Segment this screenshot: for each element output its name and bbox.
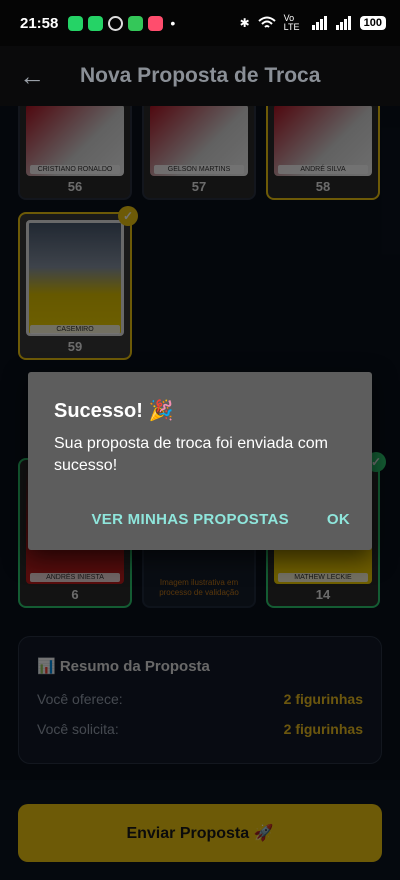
sticker-card[interactable]: ANDRÉ SILVA 58 xyxy=(266,106,380,200)
summary-request-label: Você solicita: xyxy=(37,721,119,737)
sticker-number: 56 xyxy=(67,179,83,194)
wifi-icon xyxy=(257,16,276,28)
summary-request-row: Você solicita: 2 figurinhas xyxy=(37,721,363,737)
sticker-image xyxy=(26,220,124,336)
proposal-summary: 📊 Resumo da Proposta Você oferece: 2 fig… xyxy=(18,636,382,764)
sticker-number: 14 xyxy=(315,587,331,602)
sticker-name: CASEMIRO xyxy=(30,325,120,334)
more-notifications-dot: • xyxy=(170,15,176,31)
sticker-name: GELSON MARTINS xyxy=(154,165,244,174)
sticker-number: 6 xyxy=(71,587,79,602)
summary-title: 📊 Resumo da Proposta xyxy=(37,658,210,675)
calendar-icon xyxy=(148,15,164,31)
signal-icon xyxy=(311,16,327,30)
app-bar: ← Nova Proposta de Troca xyxy=(0,46,400,106)
back-button[interactable]: ← xyxy=(0,46,64,106)
dialog-message: Sua proposta de troca foi enviada com su… xyxy=(54,435,328,474)
sticker-name: ANDRÉS INIESTA xyxy=(30,573,120,582)
sticker-card-selected[interactable]: CASEMIRO 59 xyxy=(18,212,132,360)
shield-icon xyxy=(128,15,144,31)
sticker-card[interactable]: GELSON MARTINS 57 xyxy=(142,106,256,200)
bluetooth-icon: ✱ xyxy=(239,16,250,30)
ok-button[interactable]: OK xyxy=(327,511,350,528)
send-proposal-label: Enviar Proposta 🚀 xyxy=(126,825,274,842)
send-proposal-button[interactable]: Enviar Proposta 🚀 xyxy=(18,804,382,862)
whatsapp-icon xyxy=(68,15,84,31)
selected-check-icon: ✓ xyxy=(118,206,138,226)
network-type: Vo LTE xyxy=(283,13,300,32)
sticker-number: 57 xyxy=(191,179,207,194)
summary-offer-row: Você oferece: 2 figurinhas xyxy=(37,691,363,707)
notification-icons: • xyxy=(68,15,175,31)
sticker-number: 59 xyxy=(67,339,83,354)
summary-offer-label: Você oferece: xyxy=(37,691,123,707)
status-time: 21:58 xyxy=(20,14,59,32)
app-icon xyxy=(108,15,124,31)
whatsapp-icon xyxy=(88,15,104,31)
bottom-action-bar: Enviar Proposta 🚀 xyxy=(0,780,400,880)
page-title: Nova Proposta de Troca xyxy=(80,64,321,87)
view-proposals-button[interactable]: VER MINHAS PROPOSTAS xyxy=(91,511,288,528)
sticker-name: CRISTIANO RONALDO xyxy=(30,165,120,174)
sticker-name: MATHEW LECKIE xyxy=(278,573,368,582)
status-right: ✱ Vo LTE 100 xyxy=(240,14,386,32)
dialog-title: Sucesso! 🎉 xyxy=(54,400,174,422)
summary-offer-value: 2 figurinhas xyxy=(283,691,363,707)
summary-request-value: 2 figurinhas xyxy=(283,721,363,737)
signal-icon xyxy=(335,16,351,30)
dialog-actions: VER MINHAS PROPOSTAS OK xyxy=(91,511,350,528)
sticker-number: 58 xyxy=(315,179,331,194)
sticker-card[interactable]: CRISTIANO RONALDO 56 xyxy=(18,106,132,200)
success-dialog: Sucesso! 🎉 Sua proposta de troca foi env… xyxy=(28,372,372,550)
sticker-name: ANDRÉ SILVA xyxy=(278,165,368,174)
status-bar: 21:58 • ✱ Vo LTE 100 xyxy=(0,0,400,46)
placeholder-text: Imagem ilustrativa em processo de valida… xyxy=(159,578,239,597)
battery-level: 100 xyxy=(359,16,386,30)
back-arrow-icon: ← xyxy=(19,60,45,91)
